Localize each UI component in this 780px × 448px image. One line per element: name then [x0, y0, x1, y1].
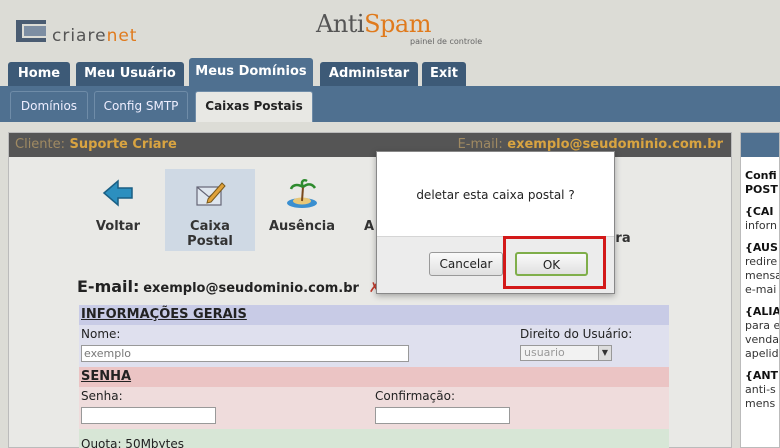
- modal-overlay: deletar esta caixa postal ? Cancelar OK: [0, 0, 780, 448]
- dialog-message: deletar esta caixa postal ?: [416, 188, 575, 202]
- ok-highlight-box: [503, 236, 606, 289]
- cancel-button[interactable]: Cancelar: [429, 252, 503, 276]
